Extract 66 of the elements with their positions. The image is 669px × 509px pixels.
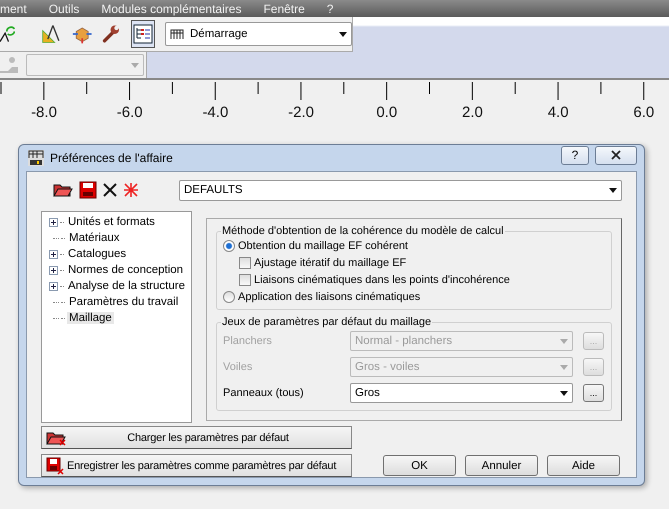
folder-icon bbox=[46, 430, 66, 446]
close-icon bbox=[611, 150, 621, 160]
menu-item[interactable]: Fenêtre bbox=[263, 2, 305, 16]
close-icon bbox=[103, 183, 117, 197]
ruler-label: 6.0 bbox=[632, 104, 656, 121]
browse-button[interactable]: ... bbox=[583, 384, 604, 402]
option-label: Obtention du maillage EF cohérent bbox=[238, 240, 408, 252]
radio-button[interactable] bbox=[223, 290, 235, 302]
wrench-icon bbox=[102, 23, 121, 45]
field-label: Voiles bbox=[223, 361, 254, 373]
mesh-dropdown[interactable]: Gros bbox=[350, 383, 573, 403]
view-dropdown[interactable]: Démarrage bbox=[165, 22, 352, 46]
ruler-label: 4.0 bbox=[546, 104, 570, 121]
option-label: Ajustage itératif du maillage EF bbox=[254, 256, 406, 268]
expand-icon[interactable] bbox=[49, 282, 58, 290]
load-defaults-button[interactable]: Charger les paramètres par défaut bbox=[41, 426, 352, 449]
tree-item[interactable]: Analyse de la structure bbox=[66, 280, 187, 292]
star-burst-icon bbox=[123, 182, 139, 198]
field-label: Planchers bbox=[223, 335, 273, 347]
close-button[interactable] bbox=[595, 146, 637, 164]
group-title: Méthode d'obtention de la cohérence du modèle de calcul bbox=[221, 225, 505, 237]
checkbox[interactable] bbox=[239, 256, 251, 268]
group-title: Jeux de paramètres par défaut du maillage bbox=[221, 316, 432, 328]
menu-item[interactable]: Outils bbox=[48, 2, 80, 16]
caret-icon bbox=[339, 32, 347, 36]
caret-icon bbox=[560, 390, 568, 396]
tree-item[interactable]: Catalogues bbox=[66, 248, 128, 260]
radio-button[interactable] bbox=[223, 240, 235, 252]
tree-item[interactable]: Maillage bbox=[67, 312, 114, 324]
menu-item[interactable]: Modules complémentaires bbox=[101, 2, 242, 16]
tree-item[interactable]: Paramètres du travail bbox=[67, 296, 180, 308]
ruler-label: -2.0 bbox=[287, 104, 315, 121]
ruler-label: -8.0 bbox=[30, 104, 58, 121]
caret-icon bbox=[131, 62, 139, 68]
profile-dropdown[interactable]: DEFAULTS bbox=[179, 180, 622, 200]
window-title: Préférences de l'affaire bbox=[50, 151, 174, 165]
app-icon bbox=[28, 150, 44, 166]
ruler-label: -6.0 bbox=[116, 104, 144, 121]
frame-icon bbox=[170, 29, 184, 39]
menu-item[interactable]: ? bbox=[326, 2, 334, 16]
tree-item[interactable]: Unités et formats bbox=[66, 216, 157, 228]
ruler-label: 2.0 bbox=[461, 104, 484, 121]
caret-icon bbox=[609, 188, 617, 192]
option-label: Application des liaisons cinématiques bbox=[238, 290, 420, 302]
option-label: Liaisons cinématiques dans les points d'incohérence bbox=[254, 274, 510, 286]
folder-icon bbox=[53, 182, 73, 198]
help-button[interactable]: ? bbox=[561, 146, 589, 164]
floppy-disk-icon bbox=[46, 456, 64, 474]
tree-item[interactable]: Normes de conception bbox=[66, 264, 186, 276]
dialog-button[interactable]: Annuler bbox=[465, 455, 538, 476]
tree-item[interactable]: Matériaux bbox=[67, 232, 122, 244]
checkbox[interactable] bbox=[239, 274, 251, 286]
caret-icon bbox=[560, 338, 568, 344]
dialog-button[interactable]: OK bbox=[383, 455, 456, 476]
menu-item[interactable]: ment bbox=[0, 2, 27, 16]
caret-icon bbox=[560, 364, 568, 370]
tree-view-button[interactable] bbox=[130, 20, 155, 48]
field-label: Panneaux (tous) bbox=[223, 387, 305, 399]
disabled-tool-icon bbox=[0, 55, 20, 75]
expand-icon[interactable] bbox=[49, 250, 58, 258]
save-defaults-button[interactable]: Enregistrer les paramètres comme paramètres par défaut bbox=[41, 454, 352, 477]
expand-icon[interactable] bbox=[49, 266, 58, 274]
ruler-label: -4.0 bbox=[201, 104, 230, 121]
ruler-label: 0.0 bbox=[375, 104, 398, 121]
dialog-button[interactable]: Aide bbox=[547, 455, 620, 476]
expand-icon[interactable] bbox=[49, 218, 58, 226]
